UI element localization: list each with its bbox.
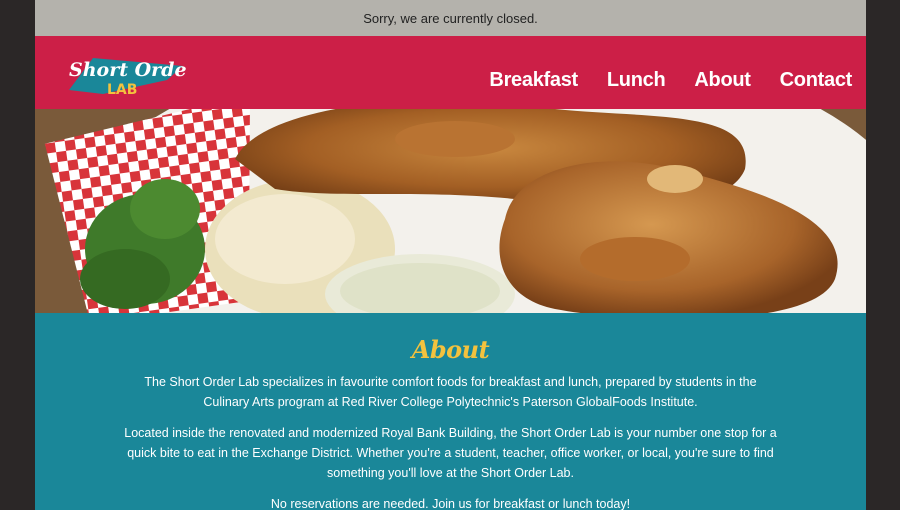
nav-contact[interactable]: Contact (780, 69, 853, 92)
nav-lunch[interactable]: Lunch (607, 69, 666, 92)
about-section: About The Short Order Lab specializes in… (35, 313, 866, 510)
about-paragraph-2: Located inside the renovated and moderni… (124, 426, 777, 480)
hero-food-image (35, 109, 866, 313)
site-header: Short Order LAB Breakfast Lunch About Co… (35, 36, 866, 109)
about-heading: About (411, 335, 490, 364)
main-nav: Breakfast Lunch About Contact (489, 69, 852, 92)
nav-breakfast[interactable]: Breakfast (489, 69, 578, 92)
about-paragraph-1: The Short Order Lab specializes in favou… (144, 375, 757, 409)
about-paragraph-3: No reservations are needed. Join us for … (270, 497, 631, 510)
closed-notice-text: Sorry, we are currently closed. (363, 10, 538, 26)
closed-notice-bar: Sorry, we are currently closed. (35, 0, 866, 36)
logo-text-short-order: Short Order (69, 59, 187, 81)
nav-about[interactable]: About (694, 69, 751, 92)
short-order-lab-logo[interactable]: Short Order LAB (63, 48, 187, 98)
logo-text-lab: LAB (107, 82, 137, 98)
page: Sorry, we are currently closed. Short Or… (35, 0, 866, 510)
